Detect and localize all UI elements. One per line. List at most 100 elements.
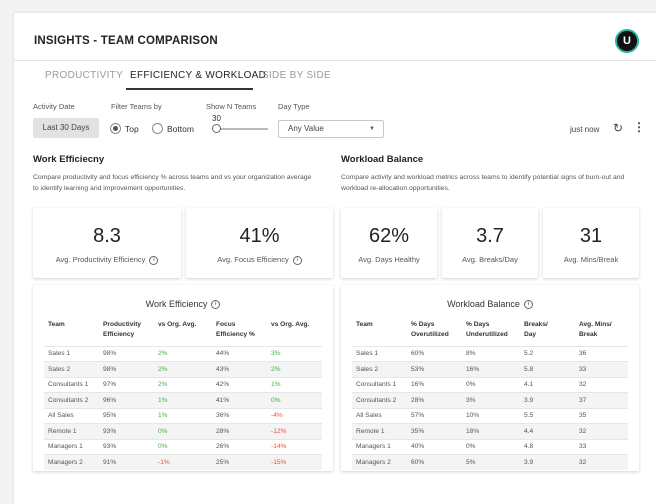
metric-label: Avg. Breaks/Day xyxy=(462,255,518,264)
work-efficiency-table: Team Productivity Efficiency vs Org. Avg. Fo… xyxy=(44,320,322,470)
table-cell: 44% xyxy=(212,345,267,362)
column-header[interactable]: Focus Efficiency % xyxy=(212,320,267,346)
day-type-select[interactable]: Any Value ▼ xyxy=(278,120,384,138)
filter-teams-label: Filter Teams by xyxy=(111,102,162,111)
table-title: Workload Balance i xyxy=(341,299,639,310)
bottom-radio-label: Bottom xyxy=(167,124,194,134)
avatar[interactable]: U xyxy=(615,29,639,53)
table-row: Sales 2 98% 2% 43% 2% xyxy=(44,361,322,377)
workload-balance-title: Workload Balance xyxy=(341,154,424,165)
table-row: Managers 2 60% 5% 3.9 32 xyxy=(352,454,628,470)
active-tab-indicator xyxy=(126,88,253,90)
tab-efficiency-workload[interactable]: EFFICIENCY & WORKLOAD xyxy=(130,70,266,81)
table-cell: 35 xyxy=(575,407,628,424)
metric-label: Avg. Mins/Break xyxy=(563,255,619,264)
info-icon[interactable]: i xyxy=(149,255,159,265)
top-radio[interactable] xyxy=(110,123,121,134)
table-cell: 32 xyxy=(575,423,628,439)
activity-date-button[interactable]: Last 30 Days xyxy=(33,118,99,138)
show-n-teams-label: Show N Teams xyxy=(206,102,257,111)
column-header[interactable]: Team xyxy=(44,320,99,346)
table-cell: 35% xyxy=(407,423,462,439)
column-header[interactable]: vs Org. Avg. xyxy=(154,320,212,346)
table-cell: 0% xyxy=(267,392,322,408)
column-header[interactable]: Productivity Efficiency xyxy=(99,320,154,346)
metric-value: 41% xyxy=(239,225,280,247)
info-icon[interactable]: i xyxy=(211,300,221,310)
table-cell: 2% xyxy=(154,361,212,377)
day-type-label: Day Type xyxy=(278,102,310,111)
table-cell: Consultants 1 xyxy=(352,376,407,393)
table-cell: 98% xyxy=(99,345,154,362)
metric-card-productivity: 8.3 Avg. Productivity Efficiency i xyxy=(33,208,181,278)
table-cell: 4.8 xyxy=(520,438,575,455)
table-cell: 36% xyxy=(212,407,267,424)
table-row: Consultants 1 16% 0% 4.1 32 xyxy=(352,376,628,393)
tab-productivity[interactable]: PRODUCTIVITY xyxy=(45,70,123,81)
metric-label: Avg. Days Healthy xyxy=(358,255,420,264)
table-cell: Managers 1 xyxy=(352,438,407,455)
work-efficiency-description: Compare productivity and focus efficienc… xyxy=(33,174,312,192)
table-cell: -12% xyxy=(267,423,322,439)
column-header[interactable]: Team xyxy=(352,320,407,346)
table-cell: -14% xyxy=(267,438,322,455)
table-cell: 0% xyxy=(154,438,212,455)
last-updated-text: just now xyxy=(570,125,600,134)
table-cell: 91% xyxy=(99,454,154,470)
table-cell: 28% xyxy=(212,423,267,439)
table-cell: Consultants 2 xyxy=(352,392,407,408)
column-header[interactable]: Breaks/Day xyxy=(520,320,575,346)
metric-card-breaks-day: 3.7 Avg. Breaks/Day xyxy=(442,208,538,278)
table-cell: 41% xyxy=(212,392,267,408)
table-row: Consultants 2 28% 3% 3.9 37 xyxy=(352,392,628,408)
info-icon[interactable]: i xyxy=(523,300,533,310)
metric-value: 3.7 xyxy=(476,225,504,247)
slider-thumb[interactable] xyxy=(212,124,221,133)
metric-value: 62% xyxy=(368,225,410,247)
table-cell: 60% xyxy=(407,345,462,362)
info-icon[interactable]: i xyxy=(292,255,302,265)
day-type-value: Any Value xyxy=(288,124,324,133)
table-cell: 8% xyxy=(462,345,520,362)
table-cell: 0% xyxy=(462,438,520,455)
bottom-radio[interactable] xyxy=(152,123,163,134)
column-header[interactable]: Avg. Mins/Break xyxy=(575,320,628,346)
column-header[interactable]: vs Org. Avg. xyxy=(267,320,322,346)
metric-label: Avg. Productivity Efficiency i xyxy=(33,255,181,265)
column-header[interactable]: % Days Underutilized xyxy=(462,320,520,346)
table-row: All Sales 95% 1% 36% -4% xyxy=(44,407,322,424)
table-cell: 98% xyxy=(99,361,154,377)
table-cell: 96% xyxy=(99,392,154,408)
table-cell: Sales 2 xyxy=(352,361,407,377)
table-row: Consultants 1 97% 2% 42% 1% xyxy=(44,376,322,393)
table-cell: 5% xyxy=(462,454,520,470)
table-cell: -1% xyxy=(154,454,212,470)
table-cell: 5.2 xyxy=(520,345,575,362)
table-cell: 5.8 xyxy=(520,361,575,377)
metric-card-days-healthy: 62% Avg. Days Healthy xyxy=(341,208,437,278)
chevron-down-icon: ▼ xyxy=(369,126,375,132)
workload-balance-description: Compare activity and workload metrics ac… xyxy=(341,174,625,192)
table-row: Remote 1 35% 18% 4.4 32 xyxy=(352,423,628,439)
table-title: Work Efficiency i xyxy=(33,299,333,310)
table-cell: 16% xyxy=(407,376,462,393)
metric-card-mins-break: 31 Avg. Mins/Break xyxy=(543,208,639,278)
table-cell: 93% xyxy=(99,438,154,455)
table-cell: Remote 1 xyxy=(44,423,99,439)
column-header[interactable]: % Days Overutilized xyxy=(407,320,462,346)
table-cell: 4.4 xyxy=(520,423,575,439)
table-row: Managers 1 40% 0% 4.8 33 xyxy=(352,438,628,455)
table-cell: 5.5 xyxy=(520,407,575,424)
table-cell: -15% xyxy=(267,454,322,470)
table-cell: 1% xyxy=(154,407,212,424)
table-cell: Managers 2 xyxy=(44,454,99,470)
table-cell: Consultants 1 xyxy=(44,376,99,393)
table-cell: 26% xyxy=(212,438,267,455)
table-cell: 18% xyxy=(462,423,520,439)
metric-card-focus: 41% Avg. Focus Efficiency i xyxy=(186,208,333,278)
work-efficiency-title: Work Efficiecny xyxy=(33,154,105,165)
tab-side-by-side[interactable]: SIDE BY SIDE xyxy=(262,70,331,81)
more-options-icon[interactable]: ⋮ xyxy=(633,120,645,134)
refresh-icon[interactable]: ↻ xyxy=(613,121,623,135)
table-cell: 0% xyxy=(154,423,212,439)
